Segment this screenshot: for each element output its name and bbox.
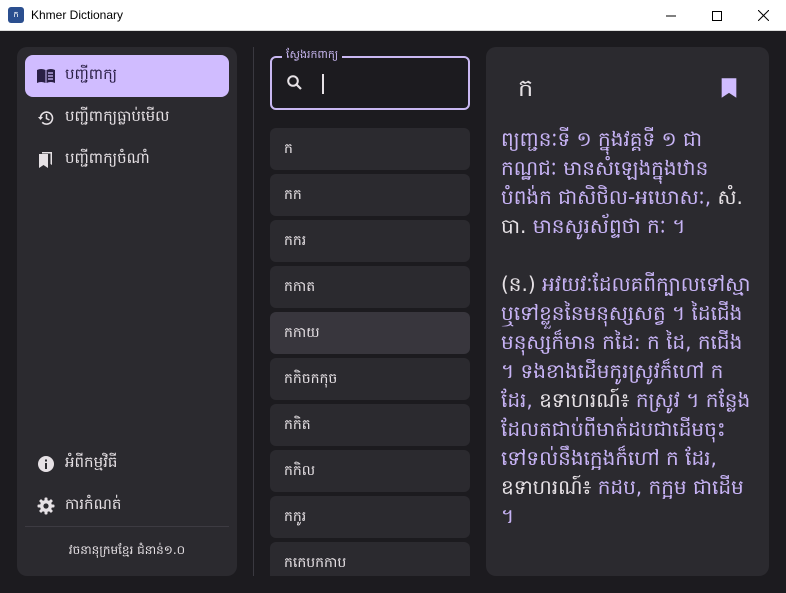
detail-word: ក <box>518 74 534 102</box>
definition-segment: (ន.) <box>501 272 543 296</box>
word-list-item[interactable]: កកិល <box>270 450 470 492</box>
bookmark-icon[interactable] <box>719 77 739 99</box>
word-list-item[interactable]: កកិចកកុច <box>270 358 470 400</box>
sidebar: បញ្ជីពាក្យ បញ្ជីពាក្យធ្លាប់មើល បញ្ជីពាក្… <box>17 47 237 576</box>
search-field[interactable]: ស្វែងរកពាក្យ <box>270 48 470 110</box>
word-list-item[interactable]: កករ <box>270 220 470 262</box>
minimize-icon <box>666 15 676 16</box>
definition-text: ព្យញ្ជនៈទី ១ ក្នុងវគ្គទី ១ ជា កណ្ឋជៈ មាន… <box>501 125 761 560</box>
word-list[interactable]: កកក កករ កកាត កកាយ កកិចកកុច កកិត កកិល កកូរ កកេបកក… <box>270 128 470 576</box>
sidebar-item-word-list[interactable]: បញ្ជីពាក្យ <box>25 55 229 97</box>
sidebar-item-bookmarks[interactable]: បញ្ជីពាក្យចំណាំ <box>25 139 229 181</box>
bookmarks-icon <box>35 149 57 171</box>
sidebar-item-label: បញ្ជីពាក្យ <box>65 65 118 83</box>
dictionary-app-icon: ក <box>8 7 24 23</box>
search-input[interactable] <box>318 71 458 95</box>
gear-icon <box>35 495 57 517</box>
vertical-divider <box>253 47 254 576</box>
definition-paragraph: ព្យញ្ជនៈទី ១ ក្នុងវគ្គទី ១ ជា កណ្ឋជៈ មាន… <box>501 125 761 241</box>
word-list-item[interactable]: កកេបកកាប <box>270 542 470 576</box>
word-list-item[interactable]: កកាត <box>270 266 470 308</box>
sidebar-item-label: បញ្ជីពាក្យធ្លាប់មើល <box>65 107 170 125</box>
sidebar-item-label: អំពីកម្មវិធី <box>65 453 118 471</box>
word-list-item[interactable]: កកូរ <box>270 496 470 538</box>
sidebar-item-settings[interactable]: ការកំណត់ <box>25 485 229 527</box>
minimize-button[interactable] <box>648 0 694 31</box>
close-button[interactable] <box>740 0 786 31</box>
word-list-item[interactable]: ក <box>270 128 470 170</box>
word-list-item[interactable]: កក <box>270 174 470 216</box>
definition-segment: ព្យញ្ជនៈទី ១ ក្នុងវគ្គទី ១ ជា កណ្ឋជៈ មាន… <box>501 127 718 209</box>
sidebar-item-label: បញ្ជីពាក្យចំណាំ <box>65 149 150 167</box>
window-controls <box>648 0 786 31</box>
close-icon <box>757 10 769 21</box>
definition-segment: ឧទាហរណ៍៖ <box>539 388 636 412</box>
version-label: វចនានុក្រមខ្មែរ ជំនាន់១.០ <box>68 543 186 557</box>
sidebar-item-about[interactable]: អំពីកម្មវិធី <box>25 443 229 485</box>
definition-paragraph: (ន.) អវយវៈដែលគពីក្បាលទៅស្មា ឬទៅខ្លួននៃមន… <box>501 270 761 531</box>
text-caret <box>322 74 324 94</box>
sidebar-item-label: ការកំណត់ <box>65 495 122 513</box>
maximize-icon <box>712 10 722 21</box>
book-open-icon <box>35 65 57 87</box>
word-detail-panel: ក ព្យញ្ជនៈទី ១ ក្នុងវគ្គទី ១ ជា កណ្ឋជៈ ម… <box>486 47 769 576</box>
window-title: Khmer Dictionary <box>31 8 124 22</box>
search-label: ស្វែងរកពាក្យ <box>282 48 343 64</box>
info-icon <box>35 453 57 475</box>
definition-segment: មានសូរស័ព្ទថា កៈ ។ <box>532 214 686 238</box>
word-list-item[interactable]: កកិត <box>270 404 470 446</box>
definition-segment: ឧទាហរណ៍៖ <box>501 475 598 499</box>
sidebar-item-history[interactable]: បញ្ជីពាក្យធ្លាប់មើល <box>25 97 229 139</box>
search-icon <box>287 75 302 90</box>
word-list-item[interactable]: កកាយ <box>270 312 470 354</box>
maximize-button[interactable] <box>694 0 740 31</box>
title-bar: ក Khmer Dictionary <box>0 0 786 31</box>
history-icon <box>35 107 57 129</box>
sidebar-divider <box>25 526 229 527</box>
